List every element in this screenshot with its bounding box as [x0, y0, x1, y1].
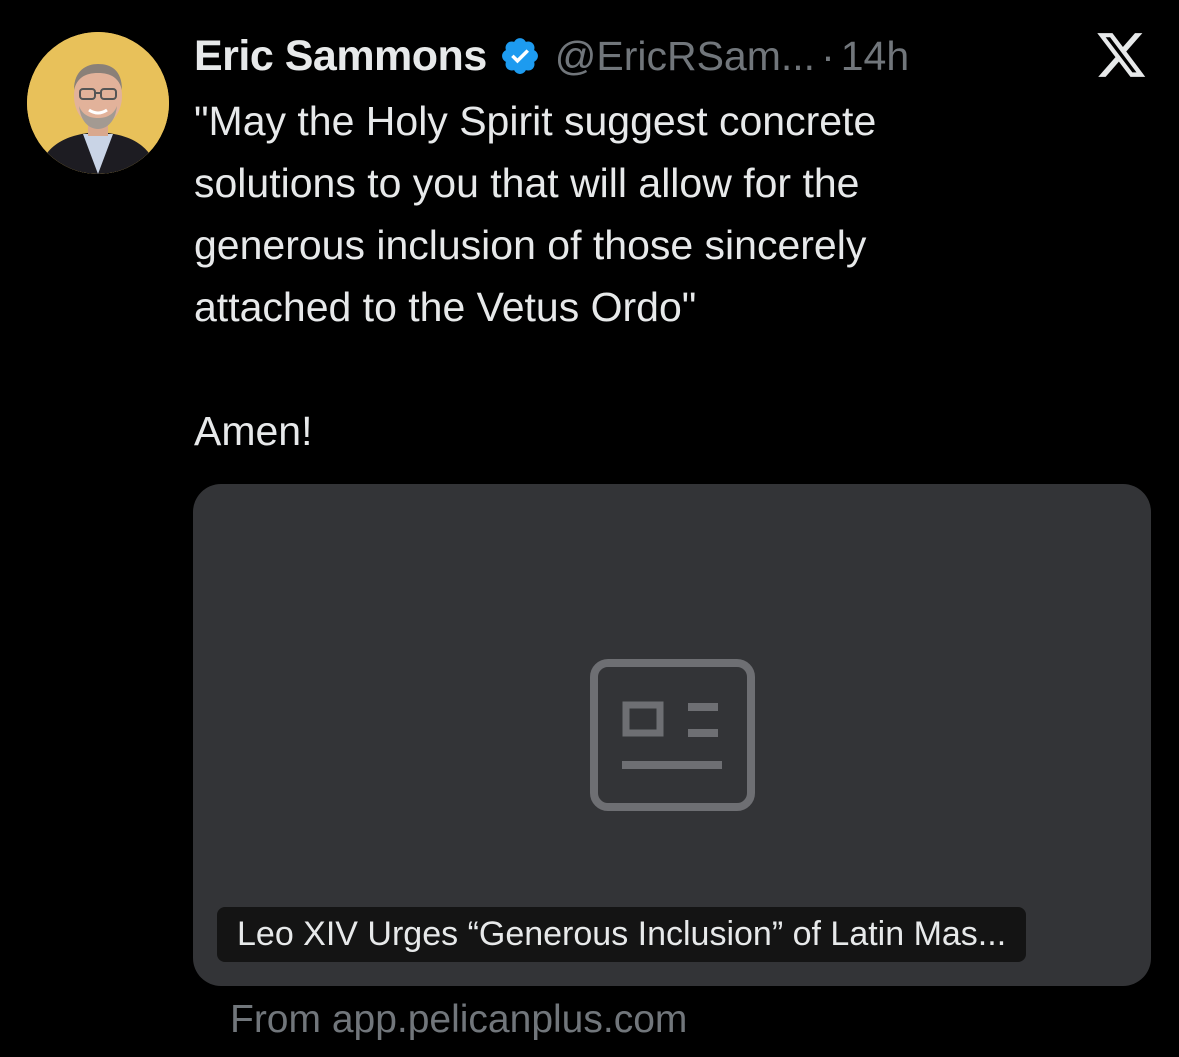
tweet-text: "May the Holy Spirit suggest concrete so… — [194, 98, 877, 330]
author-avatar[interactable] — [27, 32, 169, 174]
link-preview-card[interactable]: Leo XIV Urges “Generous Inclusion” of La… — [193, 484, 1151, 986]
author-display-name[interactable]: Eric Sammons — [194, 32, 487, 81]
avatar-image — [27, 32, 169, 174]
x-logo-icon[interactable] — [1097, 33, 1147, 79]
tweet-text-amen: Amen! — [194, 408, 313, 454]
link-card-title: Leo XIV Urges “Generous Inclusion” of La… — [217, 907, 1027, 962]
verified-badge-icon[interactable] — [499, 35, 541, 77]
article-placeholder-icon — [590, 659, 755, 811]
tweet-timestamp[interactable]: 14h — [841, 33, 909, 80]
tweet-header: Eric Sammons @EricRSam... · 14h — [194, 28, 909, 84]
header-separator: · — [821, 32, 835, 79]
author-handle[interactable]: @EricRSam... — [555, 33, 815, 80]
link-card-source[interactable]: From app.pelicanplus.com — [230, 998, 687, 1042]
